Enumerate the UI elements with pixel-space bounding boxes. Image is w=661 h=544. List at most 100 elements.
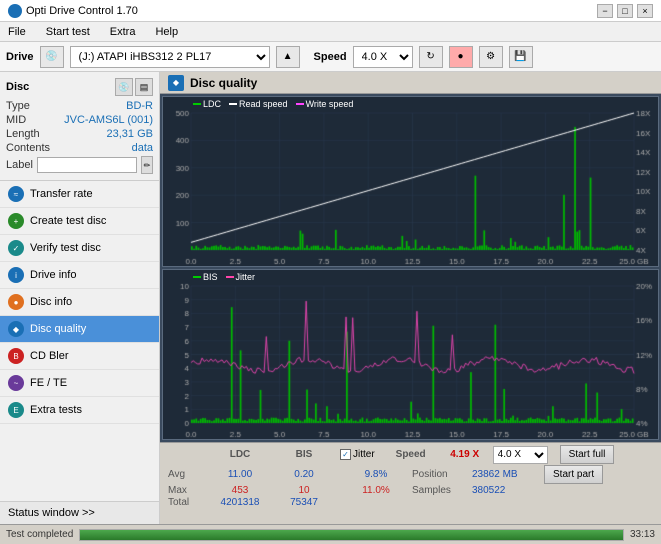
nav-label-disc-info: Disc info [30, 296, 72, 308]
disc-icon-2[interactable]: ▤ [135, 78, 153, 96]
nav-item-drive-info[interactable]: i Drive info [0, 262, 159, 289]
main-layout: Disc 💿 ▤ Type BD-R MID JVC-AMS6L (001) L… [0, 72, 661, 524]
nav-item-extra-tests[interactable]: E Extra tests [0, 397, 159, 424]
progress-bar [79, 529, 624, 541]
drive-label: Drive [6, 51, 34, 63]
stats-header-row: LDC BIS ✓ Jitter Speed 4.19 X 4.0 X Star… [168, 445, 657, 464]
save-button[interactable]: 💾 [509, 46, 533, 68]
nav-icon-fe-te: ~ [8, 375, 24, 391]
contents-label: Contents [6, 142, 50, 154]
speed-label: Speed [314, 51, 347, 63]
disc-type-row: Type BD-R [6, 100, 153, 112]
nav-icon-disc-quality: ◆ [8, 321, 24, 337]
quality-icon: ◆ [168, 75, 184, 91]
menu-start-test[interactable]: Start test [42, 26, 94, 38]
nav-item-disc-info[interactable]: ● Disc info [0, 289, 159, 316]
legend-ldc: LDC [193, 99, 221, 109]
read-dot [229, 103, 237, 105]
position-label: Position [412, 469, 468, 480]
type-label: Type [6, 100, 30, 112]
avg-bis: 0.20 [276, 469, 332, 480]
settings-button[interactable]: ⚙ [479, 46, 503, 68]
jitter-checkbox[interactable]: ✓ [340, 449, 351, 460]
menubar: File Start test Extra Help [0, 22, 661, 42]
label-edit-icon[interactable]: ✏ [141, 156, 153, 174]
maximize-button[interactable]: □ [617, 4, 633, 18]
disc-contents-row: Contents data [6, 142, 153, 154]
length-label: Length [6, 128, 40, 140]
length-value: 23,31 GB [107, 128, 153, 140]
disc-header: Disc 💿 ▤ [6, 78, 153, 96]
label-input[interactable] [37, 157, 137, 173]
disc-icons: 💿 ▤ [115, 78, 153, 96]
titlebar: Opti Drive Control 1.70 − □ × [0, 0, 661, 22]
disc-icon-1[interactable]: 💿 [115, 78, 133, 96]
nav-label-fe-te: FE / TE [30, 377, 67, 389]
speed-target-select[interactable]: 4.0 X [493, 446, 548, 464]
jitter-check-label: Jitter [353, 449, 375, 460]
menu-extra[interactable]: Extra [106, 26, 140, 38]
start-part-button[interactable]: Start part [544, 465, 603, 484]
close-button[interactable]: × [637, 4, 653, 18]
stats-bar: LDC BIS ✓ Jitter Speed 4.19 X 4.0 X Star… [160, 442, 661, 524]
avg-ldc: 11.00 [208, 469, 272, 480]
record-button[interactable]: ● [449, 46, 473, 68]
status-text: Test completed [6, 529, 73, 540]
nav-menu: ≈ Transfer rate + Create test disc ✓ Ver… [0, 181, 159, 424]
nav-item-disc-quality[interactable]: ◆ Disc quality [0, 316, 159, 343]
avg-jitter: 9.8% [344, 469, 408, 480]
ldc-header: LDC [208, 449, 272, 460]
nav-icon-drive-info: i [8, 267, 24, 283]
mid-value: JVC-AMS6L (001) [64, 114, 153, 126]
status-window-button[interactable]: Status window >> [0, 501, 159, 524]
nav-item-transfer-rate[interactable]: ≈ Transfer rate [0, 181, 159, 208]
total-ldc: 4201318 [208, 497, 272, 508]
nav-item-cd-bler[interactable]: B CD Bler [0, 343, 159, 370]
jitter-dot [226, 276, 234, 278]
nav-icon-create-test-disc: + [8, 213, 24, 229]
nav-item-create-test-disc[interactable]: + Create test disc [0, 208, 159, 235]
legend-jitter: Jitter [226, 272, 256, 282]
drive-bar: Drive 💿 (J:) ATAPI iHBS312 2 PL17 ▲ Spee… [0, 42, 661, 72]
bis-dot [193, 276, 201, 278]
nav-icon-disc-info: ● [8, 294, 24, 310]
app-title: Opti Drive Control 1.70 [26, 5, 138, 17]
legend-read: Read speed [229, 99, 288, 109]
start-full-button[interactable]: Start full [560, 445, 615, 464]
speed-select[interactable]: 4.0 X [353, 46, 413, 68]
stats-max-row: Max 453 10 11.0% Samples 380522 [168, 485, 657, 496]
stats-total-row: Total 4201318 75347 [168, 497, 657, 508]
bottom-bar: Test completed 33:13 [0, 524, 661, 544]
nav-label-drive-info: Drive info [30, 269, 76, 281]
samples-label: Samples [412, 485, 468, 496]
window-controls: − □ × [597, 4, 653, 18]
nav-icon-transfer-rate: ≈ [8, 186, 24, 202]
nav-icon-verify-test-disc: ✓ [8, 240, 24, 256]
drive-icon[interactable]: 💿 [40, 46, 64, 68]
chart2-legend: BIS Jitter [193, 272, 255, 282]
nav-item-verify-test-disc[interactable]: ✓ Verify test disc [0, 235, 159, 262]
max-jitter: 11.0% [344, 485, 408, 496]
ldc-chart-canvas [163, 97, 658, 266]
nav-label-transfer-rate: Transfer rate [30, 188, 93, 200]
disc-title: Disc [6, 81, 29, 93]
disc-panel: Disc 💿 ▤ Type BD-R MID JVC-AMS6L (001) L… [0, 72, 159, 181]
drive-select[interactable]: (J:) ATAPI iHBS312 2 PL17 [70, 46, 270, 68]
eject-button[interactable]: ▲ [276, 46, 300, 68]
nav-icon-cd-bler: B [8, 348, 24, 364]
disc-mid-row: MID JVC-AMS6L (001) [6, 114, 153, 126]
legend-bis: BIS [193, 272, 218, 282]
titlebar-title: Opti Drive Control 1.70 [8, 4, 138, 18]
menu-file[interactable]: File [4, 26, 30, 38]
refresh-button[interactable]: ↻ [419, 46, 443, 68]
samples-value: 380522 [472, 485, 532, 496]
label-label: Label [6, 159, 33, 171]
sidebar: Disc 💿 ▤ Type BD-R MID JVC-AMS6L (001) L… [0, 72, 160, 524]
nav-item-fe-te[interactable]: ~ FE / TE [0, 370, 159, 397]
mid-label: MID [6, 114, 26, 126]
legend-write: Write speed [296, 99, 354, 109]
minimize-button[interactable]: − [597, 4, 613, 18]
avg-label: Avg [168, 469, 204, 480]
speed-value: 4.19 X [443, 449, 487, 460]
menu-help[interactable]: Help [151, 26, 182, 38]
